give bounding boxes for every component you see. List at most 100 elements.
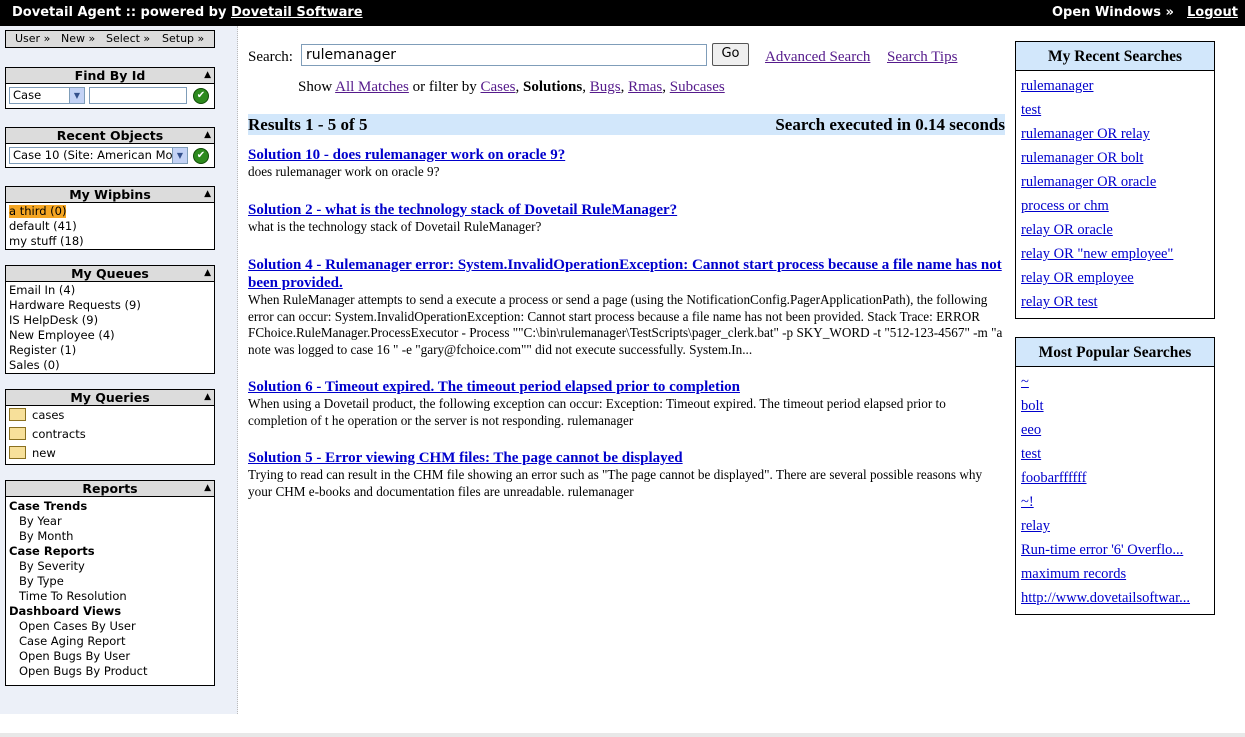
find-by-id-type-select[interactable]: Case ▼: [9, 87, 85, 104]
popular-search-link[interactable]: ~!: [1021, 494, 1034, 510]
recent-search-item: relay OR oracle: [1016, 218, 1214, 242]
result-title-link[interactable]: Solution 4 - Rulemanager error: System.I…: [248, 256, 1005, 292]
wipbin-item[interactable]: my stuff (18): [6, 234, 214, 249]
filter-solutions-current: Solutions: [523, 79, 583, 95]
result-title-link[interactable]: Solution 6 - Timeout expired. The timeou…: [248, 378, 1005, 396]
query-item[interactable]: contracts: [6, 425, 214, 444]
query-item[interactable]: new: [6, 444, 214, 463]
menu-user[interactable]: User »: [15, 32, 50, 45]
search-go-button[interactable]: Go: [712, 43, 749, 66]
report-link[interactable]: Open Bugs By Product: [6, 664, 214, 679]
report-link[interactable]: Case Aging Report: [6, 634, 214, 649]
queue-item[interactable]: IS HelpDesk (9): [6, 313, 214, 328]
query-label: new: [32, 446, 56, 460]
collapse-icon[interactable]: ▲: [204, 266, 211, 280]
popular-search-item: bolt: [1016, 394, 1214, 418]
recent-search-link[interactable]: rulemanager OR relay: [1021, 126, 1150, 142]
collapse-icon[interactable]: ▲: [204, 128, 211, 142]
query-label: cases: [32, 408, 65, 422]
recent-search-link[interactable]: relay OR oracle: [1021, 222, 1113, 238]
queue-item[interactable]: Sales (0): [6, 358, 214, 373]
result-item: Solution 6 - Timeout expired. The timeou…: [248, 378, 1005, 429]
collapse-icon[interactable]: ▲: [204, 390, 211, 404]
recent-search-item: relay OR test: [1016, 290, 1214, 314]
open-windows-menu[interactable]: Open Windows »: [1052, 5, 1174, 20]
popular-search-link[interactable]: bolt: [1021, 398, 1044, 414]
report-link[interactable]: Time To Resolution: [6, 589, 214, 604]
popular-search-link[interactable]: ~: [1021, 374, 1029, 390]
recent-objects-title: Recent Objects: [56, 128, 164, 143]
query-item[interactable]: cases: [6, 406, 214, 425]
recent-search-link[interactable]: process or chm: [1021, 198, 1109, 214]
popular-search-link[interactable]: Run-time error '6' Overflo...: [1021, 542, 1183, 558]
dovetail-software-link[interactable]: Dovetail Software: [231, 5, 363, 20]
queue-item[interactable]: New Employee (4): [6, 328, 214, 343]
filter-rmas-link[interactable]: Rmas: [628, 79, 662, 95]
menu-new[interactable]: New »: [61, 32, 95, 45]
collapse-icon[interactable]: ▲: [204, 481, 211, 495]
recent-search-link[interactable]: relay OR employee: [1021, 270, 1134, 286]
report-link[interactable]: By Year: [6, 514, 214, 529]
all-matches-link[interactable]: All Matches: [335, 79, 409, 95]
queue-item[interactable]: Register (1): [6, 343, 214, 358]
report-link[interactable]: By Severity: [6, 559, 214, 574]
queries-panel: My Queries ▲ cases contracts new: [5, 389, 215, 465]
recent-search-link[interactable]: test: [1021, 102, 1041, 118]
result-title-link[interactable]: Solution 5 - Error viewing CHM files: Th…: [248, 449, 1005, 467]
popular-search-link[interactable]: foobarffffff: [1021, 470, 1087, 486]
wipbin-item[interactable]: default (41): [6, 219, 214, 234]
recent-search-link[interactable]: rulemanager OR bolt: [1021, 150, 1143, 166]
queues-header: My Queues ▲: [6, 266, 214, 282]
queues-panel: My Queues ▲ Email In (4) Hardware Reques…: [5, 265, 215, 374]
collapse-icon[interactable]: ▲: [204, 187, 211, 201]
recent-searches-panel: My Recent Searches rulemanager test rule…: [1015, 41, 1215, 319]
recent-search-link[interactable]: relay OR "new employee": [1021, 246, 1173, 262]
recent-search-link[interactable]: rulemanager: [1021, 78, 1093, 94]
advanced-search-link[interactable]: Advanced Search: [765, 49, 870, 66]
result-description: Trying to read can result in the CHM fil…: [248, 467, 983, 499]
recent-objects-go-icon[interactable]: ✔: [193, 148, 209, 164]
recent-objects-select[interactable]: Case 10 (Site: American Moto ▼: [9, 147, 188, 164]
wipbin-item[interactable]: a third (0): [6, 204, 214, 219]
filter-subcases-link[interactable]: Subcases: [670, 79, 725, 95]
result-title-link[interactable]: Solution 10 - does rulemanager work on o…: [248, 146, 1005, 164]
menu-select[interactable]: Select »: [106, 32, 150, 45]
recent-objects-header: Recent Objects ▲: [6, 128, 214, 144]
queue-item[interactable]: Email In (4): [6, 283, 214, 298]
popular-search-link[interactable]: relay: [1021, 518, 1050, 534]
find-by-id-panel: Find By Id ▲ Case ▼ ✔: [5, 67, 215, 109]
results-count: Results 1 - 5 of 5: [248, 115, 368, 134]
wipbins-header: My Wipbins ▲: [6, 187, 214, 203]
folder-icon: [9, 446, 26, 459]
reports-title: Reports: [82, 481, 138, 496]
find-by-id-input[interactable]: [89, 87, 187, 104]
collapse-icon[interactable]: ▲: [204, 68, 211, 82]
report-link[interactable]: By Month: [6, 529, 214, 544]
result-item: Solution 5 - Error viewing CHM files: Th…: [248, 449, 1005, 500]
search-input[interactable]: rulemanager: [301, 44, 707, 66]
logout-link[interactable]: Logout: [1187, 5, 1238, 20]
recent-search-item: process or chm: [1016, 194, 1214, 218]
folder-icon: [9, 408, 26, 421]
recent-search-link[interactable]: rulemanager OR oracle: [1021, 174, 1156, 190]
popular-search-link[interactable]: eeo: [1021, 422, 1041, 438]
report-link[interactable]: Open Bugs By User: [6, 649, 214, 664]
report-link[interactable]: Open Cases By User: [6, 619, 214, 634]
query-label: contracts: [32, 427, 86, 441]
popular-search-link[interactable]: maximum records: [1021, 566, 1126, 582]
result-title-link[interactable]: Solution 2 - what is the technology stac…: [248, 201, 1005, 219]
popular-search-link[interactable]: http://www.dovetailsoftwar...: [1021, 590, 1190, 606]
wipbin-label: a third (0): [9, 204, 67, 218]
popular-search-link[interactable]: test: [1021, 446, 1041, 462]
result-description: what is the technology stack of Dovetail…: [248, 219, 542, 234]
queries-header: My Queries ▲: [6, 390, 214, 406]
report-link[interactable]: By Type: [6, 574, 214, 589]
menu-setup[interactable]: Setup »: [162, 32, 204, 45]
search-tips-link[interactable]: Search Tips: [887, 49, 957, 66]
filter-cases-link[interactable]: Cases: [481, 79, 516, 95]
recent-search-link[interactable]: relay OR test: [1021, 294, 1098, 310]
find-by-id-go-icon[interactable]: ✔: [193, 88, 209, 104]
filter-bugs-link[interactable]: Bugs: [590, 79, 621, 95]
queue-item[interactable]: Hardware Requests (9): [6, 298, 214, 313]
recent-search-item: rulemanager OR oracle: [1016, 170, 1214, 194]
